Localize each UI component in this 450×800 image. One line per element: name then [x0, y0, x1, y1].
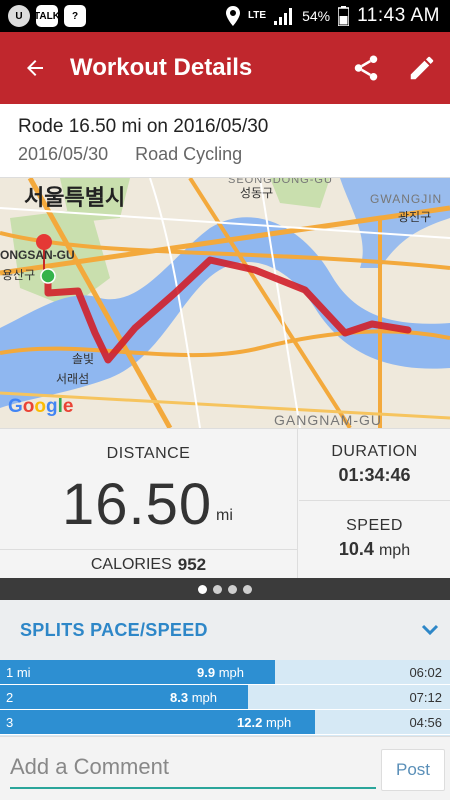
- map-label-seongdong-kr: 성동구: [240, 186, 274, 200]
- share-button[interactable]: [338, 32, 394, 104]
- calories-label: CALORIES: [90, 555, 172, 573]
- back-arrow-icon: [27, 60, 43, 76]
- distance-value: 16.50: [62, 472, 213, 537]
- split-time: 06:02: [409, 665, 442, 680]
- stats-pager: [0, 578, 450, 600]
- split-speed-unit: mph: [265, 715, 292, 730]
- calories-stat: CALORIES 952: [0, 549, 298, 579]
- speed-unit: mph: [378, 542, 411, 559]
- map-canvas: [0, 178, 450, 428]
- misc-app-icon: ?: [64, 5, 86, 27]
- comment-bar: Post: [0, 736, 450, 800]
- distance-stat: DISTANCE 16.50 mi: [0, 429, 298, 549]
- duration-label: DURATION: [331, 443, 418, 460]
- splits-toggle[interactable]: [410, 624, 450, 636]
- workout-date: 2016/05/30: [18, 144, 109, 164]
- split-time: 04:56: [409, 715, 442, 730]
- workout-activity: Road Cycling: [135, 144, 243, 164]
- split-speed-value: 8.3: [170, 690, 189, 705]
- split-label: 1 mi: [6, 665, 31, 680]
- pager-dot[interactable]: [243, 584, 252, 594]
- app-bar: Workout Details: [0, 32, 450, 104]
- edit-icon: [410, 56, 434, 80]
- pager-dot[interactable]: [213, 584, 222, 594]
- share-icon: [354, 55, 378, 81]
- duration-stat: DURATION 01:34:46: [299, 429, 450, 501]
- workout-title: Rode 16.50 mi on 2016/05/30: [18, 116, 269, 137]
- distance-label: DISTANCE: [106, 445, 191, 462]
- speed-value: 10.4: [338, 539, 374, 559]
- split-row: 1 mi 9.9 mph 06:02: [0, 660, 450, 685]
- notification-app-icon: U: [8, 5, 30, 27]
- split-row: 3 12.2 mph 04:56: [0, 710, 450, 735]
- google-logo: Google: [8, 396, 74, 417]
- status-notifications: U TALK ?: [0, 5, 86, 27]
- map-label-gwangjin: GWANGJIN: [370, 192, 443, 206]
- speed-value-line: 10.4 mph: [299, 539, 450, 560]
- signal-icon: [274, 8, 293, 25]
- map-label-gangnam: GANGNAM-GU: [274, 412, 382, 428]
- clock: 11:43 AM: [357, 5, 440, 26]
- workout-subtitle: 2016/05/30 Road Cycling: [18, 144, 432, 165]
- splits-list: 1 mi 9.9 mph 06:02 2 8.3 mph 07:12 3 12.…: [0, 660, 450, 736]
- split-label: 3: [6, 715, 14, 730]
- workout-stats[interactable]: DISTANCE 16.50 mi CALORIES 952 DURATION …: [0, 428, 450, 579]
- map-label-seoul: 서울특별시: [24, 185, 126, 210]
- duration-value: 01:34:46: [338, 465, 411, 485]
- battery-percent: 54%: [302, 8, 331, 24]
- distance-unit: mi: [216, 507, 233, 524]
- status-bar: U TALK ? LTE 54% 11:43 AM: [0, 0, 450, 32]
- comment-input[interactable]: [10, 747, 376, 789]
- map-label-yongsan: ONGSAN-GU: [0, 248, 75, 262]
- status-system: LTE 54% 11:43 AM: [225, 5, 450, 27]
- speed-label: SPEED: [346, 517, 403, 534]
- start-marker-icon[interactable]: [40, 268, 56, 284]
- split-speed: 9.9 mph: [197, 665, 244, 680]
- route-map[interactable]: 서울특별시 ONGSAN-GU 용산구 SEONGDONG-GU 성동구 GWA…: [0, 178, 450, 428]
- talk-icon: TALK: [34, 5, 60, 27]
- battery-icon: [338, 6, 350, 26]
- splits-header[interactable]: SPLITS PACE/SPEED: [0, 600, 450, 660]
- pager-dot[interactable]: [228, 584, 237, 594]
- split-speed-unit: mph: [191, 690, 217, 705]
- workout-header: Rode 16.50 mi on 2016/05/30 2016/05/30 R…: [0, 104, 450, 178]
- split-time: 07:12: [409, 690, 442, 705]
- split-speed: 12.2 mph: [237, 715, 291, 730]
- splits-title: SPLITS PACE/SPEED: [20, 619, 208, 640]
- split-speed: 8.3 mph: [170, 690, 217, 705]
- split-speed-value: 9.9: [197, 665, 216, 680]
- back-button[interactable]: [0, 32, 70, 104]
- network-type: LTE: [247, 10, 267, 21]
- split-speed-unit: mph: [218, 665, 244, 680]
- location-icon: [225, 6, 240, 26]
- pager-dot[interactable]: [198, 584, 207, 594]
- calories-value: 952: [177, 554, 207, 574]
- map-label-solbit: 솔빛: [72, 352, 95, 366]
- map-label-gwangjin-kr: 광진구: [398, 210, 432, 224]
- map-label-seorae: 서래섬: [56, 372, 90, 386]
- page-title: Workout Details: [70, 54, 253, 81]
- split-label: 2: [6, 690, 14, 705]
- chevron-down-icon: [421, 624, 439, 636]
- edit-button[interactable]: [394, 32, 450, 104]
- split-speed-value: 12.2: [237, 715, 263, 730]
- post-button[interactable]: Post: [381, 749, 445, 791]
- speed-stat: SPEED 10.4 mph: [299, 501, 450, 579]
- map-label-yongsan-kr: 용산구: [2, 268, 36, 282]
- split-row: 2 8.3 mph 07:12: [0, 685, 450, 710]
